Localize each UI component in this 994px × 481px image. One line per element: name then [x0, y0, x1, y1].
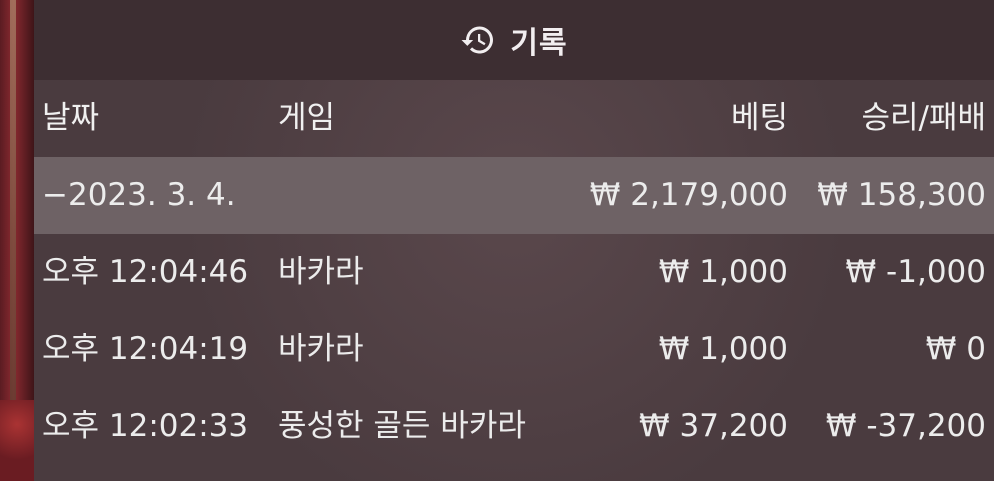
- group-result-total: ₩ 158,300: [817, 177, 986, 213]
- row-result: ₩ -37,200: [825, 408, 986, 444]
- game-screen: 기록 날짜 게임 베팅 승리/패배 −2023. 3. 4. ₩ 2,179,0…: [0, 0, 994, 481]
- row-game: 풍성한 골든 바카라: [278, 408, 526, 444]
- column-header-bet: 베팅: [730, 100, 788, 136]
- column-header-game: 게임: [278, 100, 336, 136]
- row-result: ₩ -1,000: [845, 254, 986, 290]
- row-time: 오후 12:04:46: [42, 254, 249, 290]
- panel-title: 기록: [510, 26, 568, 61]
- table-header: 날짜 게임 베팅 승리/패배: [34, 80, 994, 157]
- row-bet: ₩ 1,000: [658, 254, 788, 290]
- row-game: 바카라: [278, 331, 364, 367]
- history-row[interactable]: 오후 12:02:33 풍성한 골든 바카라 ₩ 37,200 ₩ -37,20…: [34, 388, 994, 465]
- row-time: 오후 12:04:19: [42, 331, 249, 367]
- history-panel: 기록 날짜 게임 베팅 승리/패배 −2023. 3. 4. ₩ 2,179,0…: [34, 0, 994, 481]
- history-row[interactable]: 오후 12:04:19 바카라 ₩ 1,000 ₩ 0: [34, 311, 994, 388]
- row-game: 바카라: [278, 254, 364, 290]
- date-group-row[interactable]: −2023. 3. 4. ₩ 2,179,000 ₩ 158,300: [34, 157, 994, 234]
- column-header-date: 날짜: [42, 100, 100, 136]
- history-icon: [460, 22, 496, 58]
- history-row[interactable]: 오후 12:04:46 바카라 ₩ 1,000 ₩ -1,000: [34, 234, 994, 311]
- row-bet: ₩ 37,200: [639, 408, 788, 444]
- history-header: 기록: [34, 0, 994, 80]
- row-bet: ₩ 1,000: [658, 331, 788, 367]
- column-header-result: 승리/패배: [861, 100, 986, 136]
- group-bet-total: ₩ 2,179,000: [589, 177, 788, 213]
- row-result: ₩ 0: [925, 331, 986, 367]
- table-edge-decoration: [0, 0, 34, 481]
- row-time: 오후 12:02:33: [42, 408, 249, 444]
- group-date: −2023. 3. 4.: [42, 177, 236, 213]
